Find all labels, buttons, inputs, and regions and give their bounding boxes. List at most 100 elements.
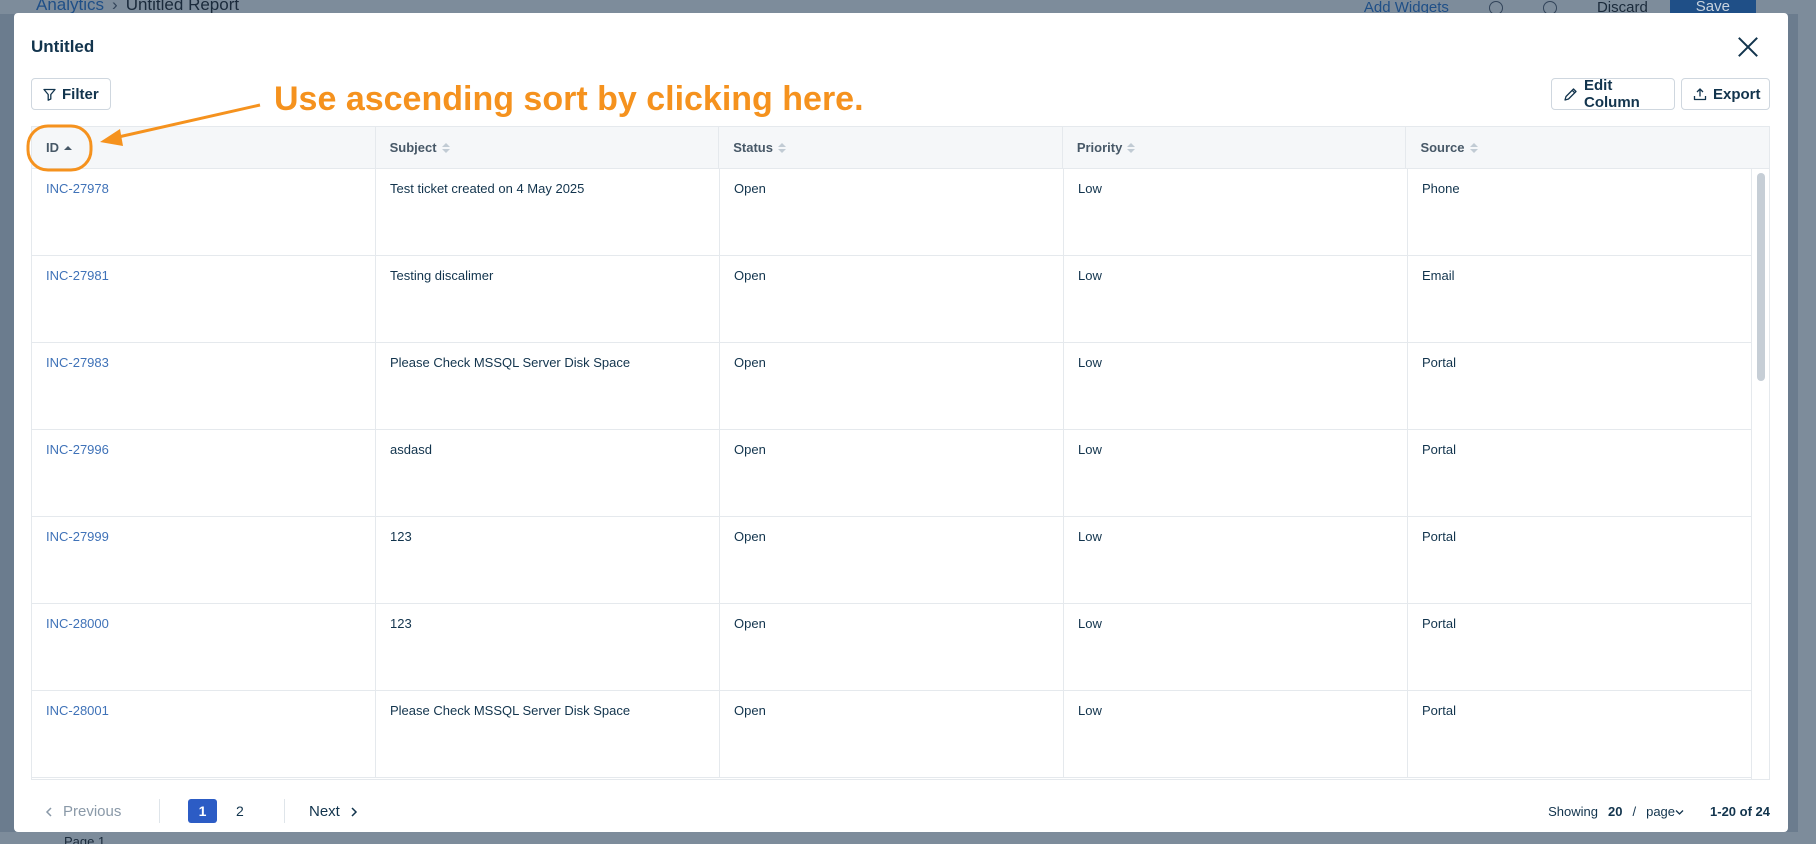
column-header-label: Priority bbox=[1076, 140, 1123, 155]
table-header: ID Subject Status Priority Source bbox=[32, 127, 1769, 169]
table-body: INC-27978 Test ticket created on 4 May 2… bbox=[32, 169, 1769, 778]
report-preview-modal: Untitled Filter Use ascending sort by cl… bbox=[14, 13, 1788, 832]
source-cell: Portal bbox=[1408, 517, 1753, 603]
table-row: INC-28001 Please Check MSSQL Server Disk… bbox=[32, 691, 1769, 778]
status-cell: Open bbox=[720, 343, 1064, 429]
record-range: 1-20 of 24 bbox=[1710, 804, 1770, 819]
status-cell: Open bbox=[720, 430, 1064, 516]
ticket-id-link[interactable]: INC-27978 bbox=[32, 169, 376, 255]
source-cell: Portal bbox=[1408, 343, 1753, 429]
breadcrumb-report-title: Untitled Report bbox=[125, 0, 240, 14]
sort-icon[interactable] bbox=[1469, 142, 1478, 153]
edit-column-button[interactable]: Edit Column bbox=[1551, 77, 1675, 111]
table-row: INC-27983 Please Check MSSQL Server Disk… bbox=[32, 343, 1769, 430]
table-row: INC-27981 Testing discalimer Open Low Em… bbox=[32, 256, 1769, 343]
page-tab: Page 1 bbox=[64, 834, 106, 844]
table-row: INC-27999 123 Open Low Portal bbox=[32, 517, 1769, 604]
ticket-id-link[interactable]: INC-27981 bbox=[32, 256, 376, 342]
background-page-tabs: Page 1 bbox=[0, 832, 1816, 844]
column-header-label: Source bbox=[1420, 140, 1465, 155]
table-row: INC-27996 asdasd Open Low Portal bbox=[32, 430, 1769, 517]
sort-icon[interactable] bbox=[441, 142, 450, 153]
column-header-label: Subject bbox=[389, 140, 437, 155]
breadcrumb-separator-icon: › bbox=[112, 0, 118, 14]
next-label: Next bbox=[309, 803, 340, 820]
table-scrollbar[interactable] bbox=[1751, 169, 1769, 779]
pagination-bar: Previous 1 2 Next Showing 20 / page 1-20… bbox=[31, 795, 1770, 827]
per-page-value[interactable]: 20 bbox=[1608, 804, 1622, 819]
status-cell: Open bbox=[720, 169, 1064, 255]
filter-label: Filter bbox=[62, 85, 99, 103]
table-row: INC-27978 Test ticket created on 4 May 2… bbox=[32, 169, 1769, 256]
subject-cell: 123 bbox=[376, 604, 720, 690]
close-icon[interactable] bbox=[1736, 35, 1760, 59]
subject-cell: 123 bbox=[376, 517, 720, 603]
source-cell: Phone bbox=[1408, 169, 1753, 255]
subject-cell: Please Check MSSQL Server Disk Space bbox=[376, 343, 720, 429]
priority-cell: Low bbox=[1064, 169, 1408, 255]
ticket-id-link[interactable]: INC-27996 bbox=[32, 430, 376, 516]
page-size-info: Showing 20 / page 1-20 of 24 bbox=[1548, 804, 1770, 819]
previous-page-button[interactable]: Previous bbox=[45, 803, 121, 820]
filter-button[interactable]: Filter bbox=[31, 78, 111, 110]
pagination-divider bbox=[284, 799, 285, 823]
priority-cell: Low bbox=[1064, 517, 1408, 603]
annotation-text: Use ascending sort by clicking here. bbox=[274, 80, 864, 118]
chevron-down-icon bbox=[1675, 810, 1684, 815]
upload-icon bbox=[1693, 88, 1707, 101]
previous-label: Previous bbox=[63, 803, 122, 820]
export-button[interactable]: Export bbox=[1681, 78, 1770, 110]
source-cell: Portal bbox=[1408, 691, 1753, 777]
priority-cell: Low bbox=[1064, 256, 1408, 342]
pencil-icon bbox=[1564, 87, 1577, 101]
subject-cell: Testing discalimer bbox=[376, 256, 720, 342]
column-header-priority[interactable]: Priority bbox=[1063, 127, 1407, 168]
column-header-subject[interactable]: Subject bbox=[376, 127, 720, 168]
priority-cell: Low bbox=[1064, 604, 1408, 690]
priority-cell: Low bbox=[1064, 691, 1408, 777]
column-header-label: Status bbox=[733, 140, 773, 155]
status-cell: Open bbox=[720, 517, 1064, 603]
subject-cell: asdasd bbox=[376, 430, 720, 516]
ticket-id-link[interactable]: INC-28000 bbox=[32, 604, 376, 690]
scrollbar-thumb[interactable] bbox=[1757, 173, 1765, 381]
priority-cell: Low bbox=[1064, 430, 1408, 516]
source-cell: Portal bbox=[1408, 604, 1753, 690]
chevron-right-icon bbox=[351, 806, 357, 817]
priority-cell: Low bbox=[1064, 343, 1408, 429]
pagination-divider bbox=[159, 799, 160, 823]
source-cell: Email bbox=[1408, 256, 1753, 342]
column-header-id[interactable]: ID bbox=[32, 127, 376, 168]
page-size-dropdown[interactable]: page bbox=[1646, 804, 1684, 819]
next-page-button[interactable]: Next bbox=[309, 803, 358, 820]
background-right-rail bbox=[1798, 0, 1816, 844]
status-cell: Open bbox=[720, 604, 1064, 690]
per-page-separator: / bbox=[1632, 804, 1637, 819]
showing-label: Showing bbox=[1548, 804, 1598, 819]
source-cell: Portal bbox=[1408, 430, 1753, 516]
chevron-left-icon bbox=[45, 806, 52, 817]
status-cell: Open bbox=[720, 691, 1064, 777]
filter-icon bbox=[43, 88, 56, 101]
page-1-button[interactable]: 1 bbox=[188, 799, 217, 823]
page-2-button[interactable]: 2 bbox=[236, 803, 244, 819]
ticket-id-link[interactable]: INC-27983 bbox=[32, 343, 376, 429]
results-table: ID Subject Status Priority Source INC-27… bbox=[31, 126, 1770, 780]
table-row: INC-28000 123 Open Low Portal bbox=[32, 604, 1769, 691]
status-cell: Open bbox=[720, 256, 1064, 342]
ticket-id-link[interactable]: INC-28001 bbox=[32, 691, 376, 777]
page-size-label: page bbox=[1646, 804, 1676, 819]
subject-cell: Please Check MSSQL Server Disk Space bbox=[376, 691, 720, 777]
sort-icon[interactable] bbox=[777, 142, 786, 153]
background-header: Analytics › Untitled Report Add Widgets Di… bbox=[0, 0, 1816, 19]
column-header-status[interactable]: Status bbox=[719, 127, 1063, 168]
ticket-id-link[interactable]: INC-27999 bbox=[32, 517, 376, 603]
sort-icon[interactable] bbox=[64, 145, 72, 150]
sort-icon[interactable] bbox=[1127, 142, 1136, 153]
modal-title: Untitled bbox=[31, 37, 95, 56]
column-header-source[interactable]: Source bbox=[1406, 127, 1769, 168]
subject-cell: Test ticket created on 4 May 2025 bbox=[376, 169, 720, 255]
edit-column-label: Edit Column bbox=[1584, 77, 1640, 111]
column-header-label: ID bbox=[46, 140, 59, 155]
export-label: Export bbox=[1713, 85, 1761, 103]
